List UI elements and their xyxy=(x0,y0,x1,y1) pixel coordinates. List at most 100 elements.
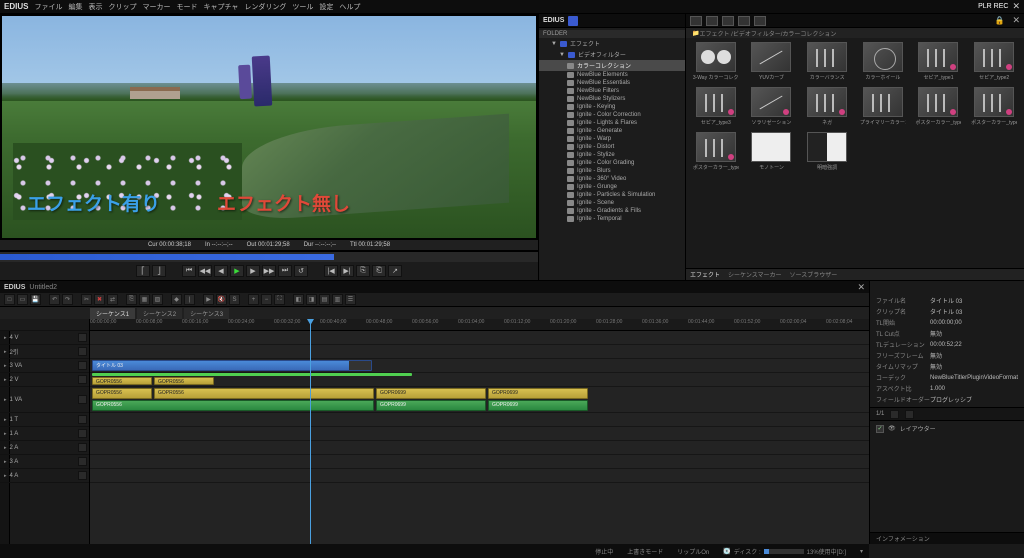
tb-misc4[interactable]: ▥ xyxy=(332,294,343,305)
track-label-3a[interactable]: ▸3 A xyxy=(0,455,89,469)
mark-out-button[interactable]: ⎦ xyxy=(152,265,166,277)
effect-item[interactable]: ネガ xyxy=(801,87,853,126)
collapse-icon[interactable]: ▾ xyxy=(860,548,863,555)
folder-item[interactable]: NewBlue Filters xyxy=(539,87,685,95)
tb-render[interactable]: ▶ xyxy=(203,294,214,305)
mute-1va[interactable] xyxy=(78,395,87,404)
tb-misc3[interactable]: ▤ xyxy=(319,294,330,305)
effect-item[interactable]: カラーホイール xyxy=(857,42,909,81)
mark-in-button[interactable]: ⎡ xyxy=(136,265,150,277)
effect-item[interactable]: ポスターカラー_type3 xyxy=(690,132,742,171)
plr-rec-indicator[interactable]: PLR REC xyxy=(978,3,1008,10)
next-edit-button[interactable]: ▶| xyxy=(340,265,354,277)
fx-sort-icon[interactable] xyxy=(754,16,766,26)
frame-fwd-button[interactable]: ▶ xyxy=(246,265,260,277)
folder-item[interactable]: Ignite - Stylize xyxy=(539,151,685,159)
seq-tab-1[interactable]: シーケンス1 xyxy=(90,308,135,319)
track-label-3va[interactable]: ▸3 VA xyxy=(0,359,89,373)
folder-item[interactable]: NewBlue Elements xyxy=(539,71,685,79)
fx-view-icon[interactable] xyxy=(690,16,702,26)
tb-group[interactable]: ▦ xyxy=(139,294,150,305)
folder-item[interactable]: Ignite - Distort xyxy=(539,143,685,151)
track-label-1va[interactable]: ▸1 VA xyxy=(0,387,89,413)
tb-open[interactable]: ▭ xyxy=(17,294,28,305)
mute-2v[interactable] xyxy=(78,375,87,384)
clip-1va-a2[interactable]: GOPR0699 xyxy=(376,400,486,411)
effect-item[interactable]: 明暗強調 xyxy=(801,132,853,171)
prev-edit-button[interactable]: |◀ xyxy=(324,265,338,277)
effect-item[interactable]: ポスターカラー_type1 xyxy=(913,87,965,126)
tb-undo[interactable]: ↶ xyxy=(49,294,60,305)
mute-2a[interactable] xyxy=(78,443,87,452)
menu-file[interactable]: ファイル xyxy=(34,2,62,12)
clip-title[interactable]: タイトル 03 xyxy=(92,360,372,371)
folder-root[interactable]: ▼エフェクト xyxy=(539,38,685,49)
play-button[interactable]: ▶ xyxy=(230,265,244,277)
lock-icon[interactable]: 🔒 xyxy=(994,16,1004,25)
folder-item[interactable]: Ignite - Color Correction xyxy=(539,111,685,119)
tb-cut[interactable]: ✂ xyxy=(81,294,92,305)
track-label-2g[interactable]: ▸2引 xyxy=(0,345,89,359)
menu-render[interactable]: レンダリング xyxy=(244,2,286,12)
tb-link[interactable]: ⎘ xyxy=(126,294,137,305)
effect-item[interactable]: 3-Way カラーコレクション xyxy=(690,42,742,81)
clip-1va-v2[interactable]: GOPR0556 xyxy=(154,388,374,399)
tb-misc5[interactable]: ☰ xyxy=(345,294,356,305)
folder-item[interactable]: Ignite - Particles & Simulation xyxy=(539,191,685,199)
tb-fit[interactable]: ⛶ xyxy=(274,294,285,305)
folder-item[interactable]: NewBlue Essentials xyxy=(539,79,685,87)
tab-effects[interactable]: エフェクト xyxy=(690,270,720,279)
menu-settings[interactable]: 設定 xyxy=(319,2,333,12)
menu-mode[interactable]: モード xyxy=(176,2,197,12)
info-grid-icon[interactable] xyxy=(905,410,914,419)
track-label-4a[interactable]: ▸4 A xyxy=(0,469,89,483)
info-footer-tab[interactable]: インフォメーション xyxy=(870,532,1024,544)
overwrite-button[interactable]: ⎗ xyxy=(372,265,386,277)
mute-3va[interactable] xyxy=(78,361,87,370)
frame-back-button[interactable]: ◀ xyxy=(214,265,228,277)
close-preview-icon[interactable]: ✕ xyxy=(1012,1,1020,12)
tb-solo[interactable]: S xyxy=(229,294,240,305)
export-button[interactable]: ↗ xyxy=(388,265,402,277)
clip-2v-2[interactable]: GOPR0556 xyxy=(154,377,214,385)
tb-mute[interactable]: 🔇 xyxy=(216,294,227,305)
mute-4a[interactable] xyxy=(78,471,87,480)
insert-button[interactable]: ⎘ xyxy=(356,265,370,277)
clip-2v-1[interactable]: GOPR0556 xyxy=(92,377,152,385)
tb-split[interactable]: | xyxy=(184,294,195,305)
tb-zoom-in[interactable]: + xyxy=(248,294,259,305)
tb-ripple[interactable]: ⇄ xyxy=(107,294,118,305)
menu-tool[interactable]: ツール xyxy=(292,2,313,12)
effect-item[interactable]: セピア_type3 xyxy=(690,87,742,126)
folder-item[interactable]: Ignite - Gradients & Fills xyxy=(539,207,685,215)
folder-item[interactable]: Ignite - Grunge xyxy=(539,183,685,191)
tab-source-browser[interactable]: ソースブラウザー xyxy=(790,270,838,279)
menu-capture[interactable]: キャプチャ xyxy=(203,2,238,12)
effect-item[interactable]: ポスターカラー_type2 xyxy=(968,87,1020,126)
folder-item[interactable]: Ignite - Blurs xyxy=(539,167,685,175)
menu-edit[interactable]: 編集 xyxy=(68,2,82,12)
folder-item[interactable]: Ignite - Scene xyxy=(539,199,685,207)
tb-ungroup[interactable]: ▨ xyxy=(152,294,163,305)
menu-view[interactable]: 表示 xyxy=(88,2,102,12)
folder-item[interactable]: NewBlue Stylizers xyxy=(539,95,685,103)
folder-item[interactable]: Ignite - Lights & Flares xyxy=(539,119,685,127)
scrub-bar[interactable] xyxy=(0,252,538,262)
mute-2g[interactable] xyxy=(78,347,87,356)
effect-item[interactable]: YUVカーブ xyxy=(746,42,798,81)
fx-strip-2v[interactable] xyxy=(92,373,412,376)
track-label-2v[interactable]: ▸2 V xyxy=(0,373,89,387)
tb-new[interactable]: □ xyxy=(4,294,15,305)
track-label-1t[interactable]: ▸1 T xyxy=(0,413,89,427)
menu-help[interactable]: ヘルプ xyxy=(339,2,360,12)
menu-marker[interactable]: マーカー xyxy=(142,2,170,12)
clip-1va-v4[interactable]: GOPR0699 xyxy=(488,388,588,399)
folder-item[interactable]: Ignite - Temporal xyxy=(539,215,685,223)
goto-end-button[interactable]: ⏭ xyxy=(278,265,292,277)
fx-tree-icon[interactable] xyxy=(706,16,718,26)
clip-1va-v1[interactable]: GOPR0556 xyxy=(92,388,152,399)
folder-color-correction[interactable]: カラーコレクション xyxy=(539,60,685,71)
effect-item[interactable]: プライマリーカラーコレクシ… xyxy=(857,87,909,126)
clip-1va-v3[interactable]: GOPR0699 xyxy=(376,388,486,399)
tab-seq-marker[interactable]: シーケンスマーカー xyxy=(728,270,782,279)
